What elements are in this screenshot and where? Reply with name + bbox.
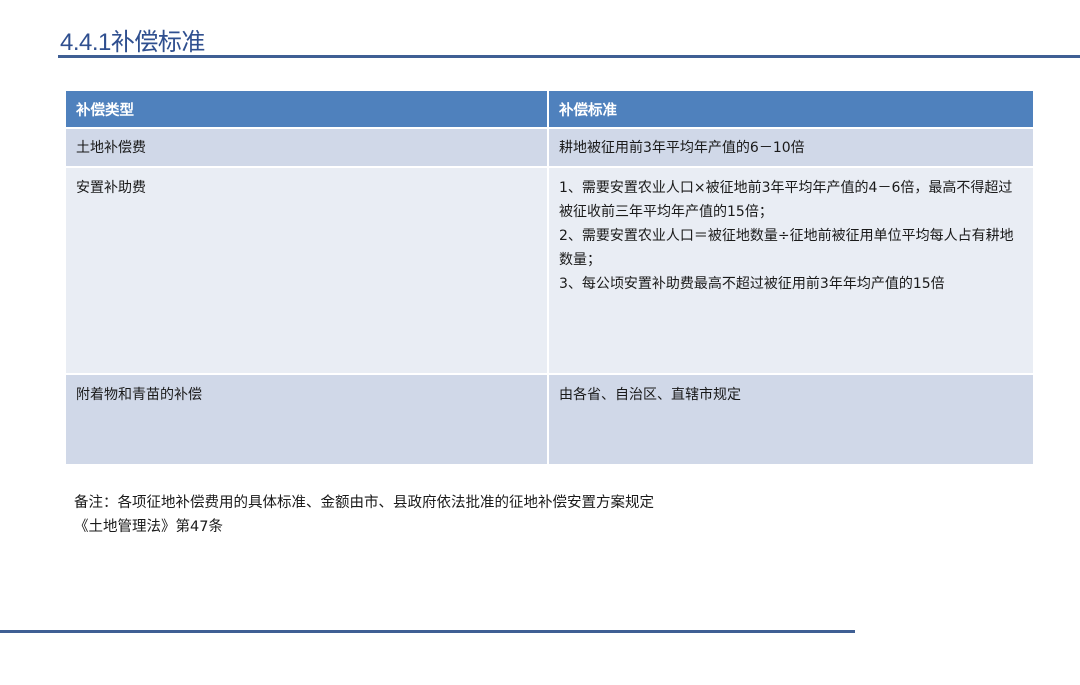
notes-block: 备注：各项征地补偿费用的具体标准、金额由市、县政府依法批准的征地补偿安置方案规定… xyxy=(74,491,654,539)
table-row: 土地补偿费 耕地被征用前3年平均年产值的6－10倍 xyxy=(66,127,1033,167)
standard-line: 由各省、自治区、直辖市规定 xyxy=(559,387,741,403)
compensation-table: 补偿类型 补偿标准 土地补偿费 耕地被征用前3年平均年产值的6－10倍 安置补助… xyxy=(66,91,1033,464)
header-compensation-type: 补偿类型 xyxy=(66,91,549,128)
standard-line: 耕地被征用前3年平均年产值的6－10倍 xyxy=(559,140,805,156)
header-compensation-standard: 补偿标准 xyxy=(548,91,1033,128)
cell-type-land-compensation: 土地补偿费 xyxy=(66,127,549,167)
cell-type-attachments-crops: 附着物和青苗的补偿 xyxy=(66,373,549,464)
standard-line: 3、每公顷安置补助费最高不超过被征用前3年年均产值的15倍 xyxy=(559,276,945,292)
table-row: 附着物和青苗的补偿 由各省、自治区、直辖市规定 xyxy=(66,373,1033,464)
note-remark: 备注：各项征地补偿费用的具体标准、金额由市、县政府依法批准的征地补偿安置方案规定 xyxy=(74,495,654,511)
footer-divider xyxy=(0,630,855,633)
standard-line: 2、需要安置农业人口＝被征地数量÷征地前被征用单位平均每人占有耕地数量； xyxy=(559,228,1014,268)
slide-title: 4.4.1补偿标准 xyxy=(60,29,205,56)
cell-standard-land-compensation: 耕地被征用前3年平均年产值的6－10倍 xyxy=(548,127,1033,167)
cell-type-resettlement-subsidy: 安置补助费 xyxy=(66,166,549,374)
cell-standard-resettlement-subsidy: 1、需要安置农业人口×被征地前3年平均年产值的4－6倍，最高不得超过被征收前三年… xyxy=(548,166,1033,374)
note-law-reference: 《土地管理法》第47条 xyxy=(74,519,223,535)
table-header-row: 补偿类型 补偿标准 xyxy=(66,91,1033,128)
title-divider xyxy=(58,55,1080,58)
standard-line: 1、需要安置农业人口×被征地前3年平均年产值的4－6倍，最高不得超过被征收前三年… xyxy=(559,180,1013,220)
table-row: 安置补助费 1、需要安置农业人口×被征地前3年平均年产值的4－6倍，最高不得超过… xyxy=(66,166,1033,374)
cell-standard-attachments-crops: 由各省、自治区、直辖市规定 xyxy=(548,373,1033,464)
